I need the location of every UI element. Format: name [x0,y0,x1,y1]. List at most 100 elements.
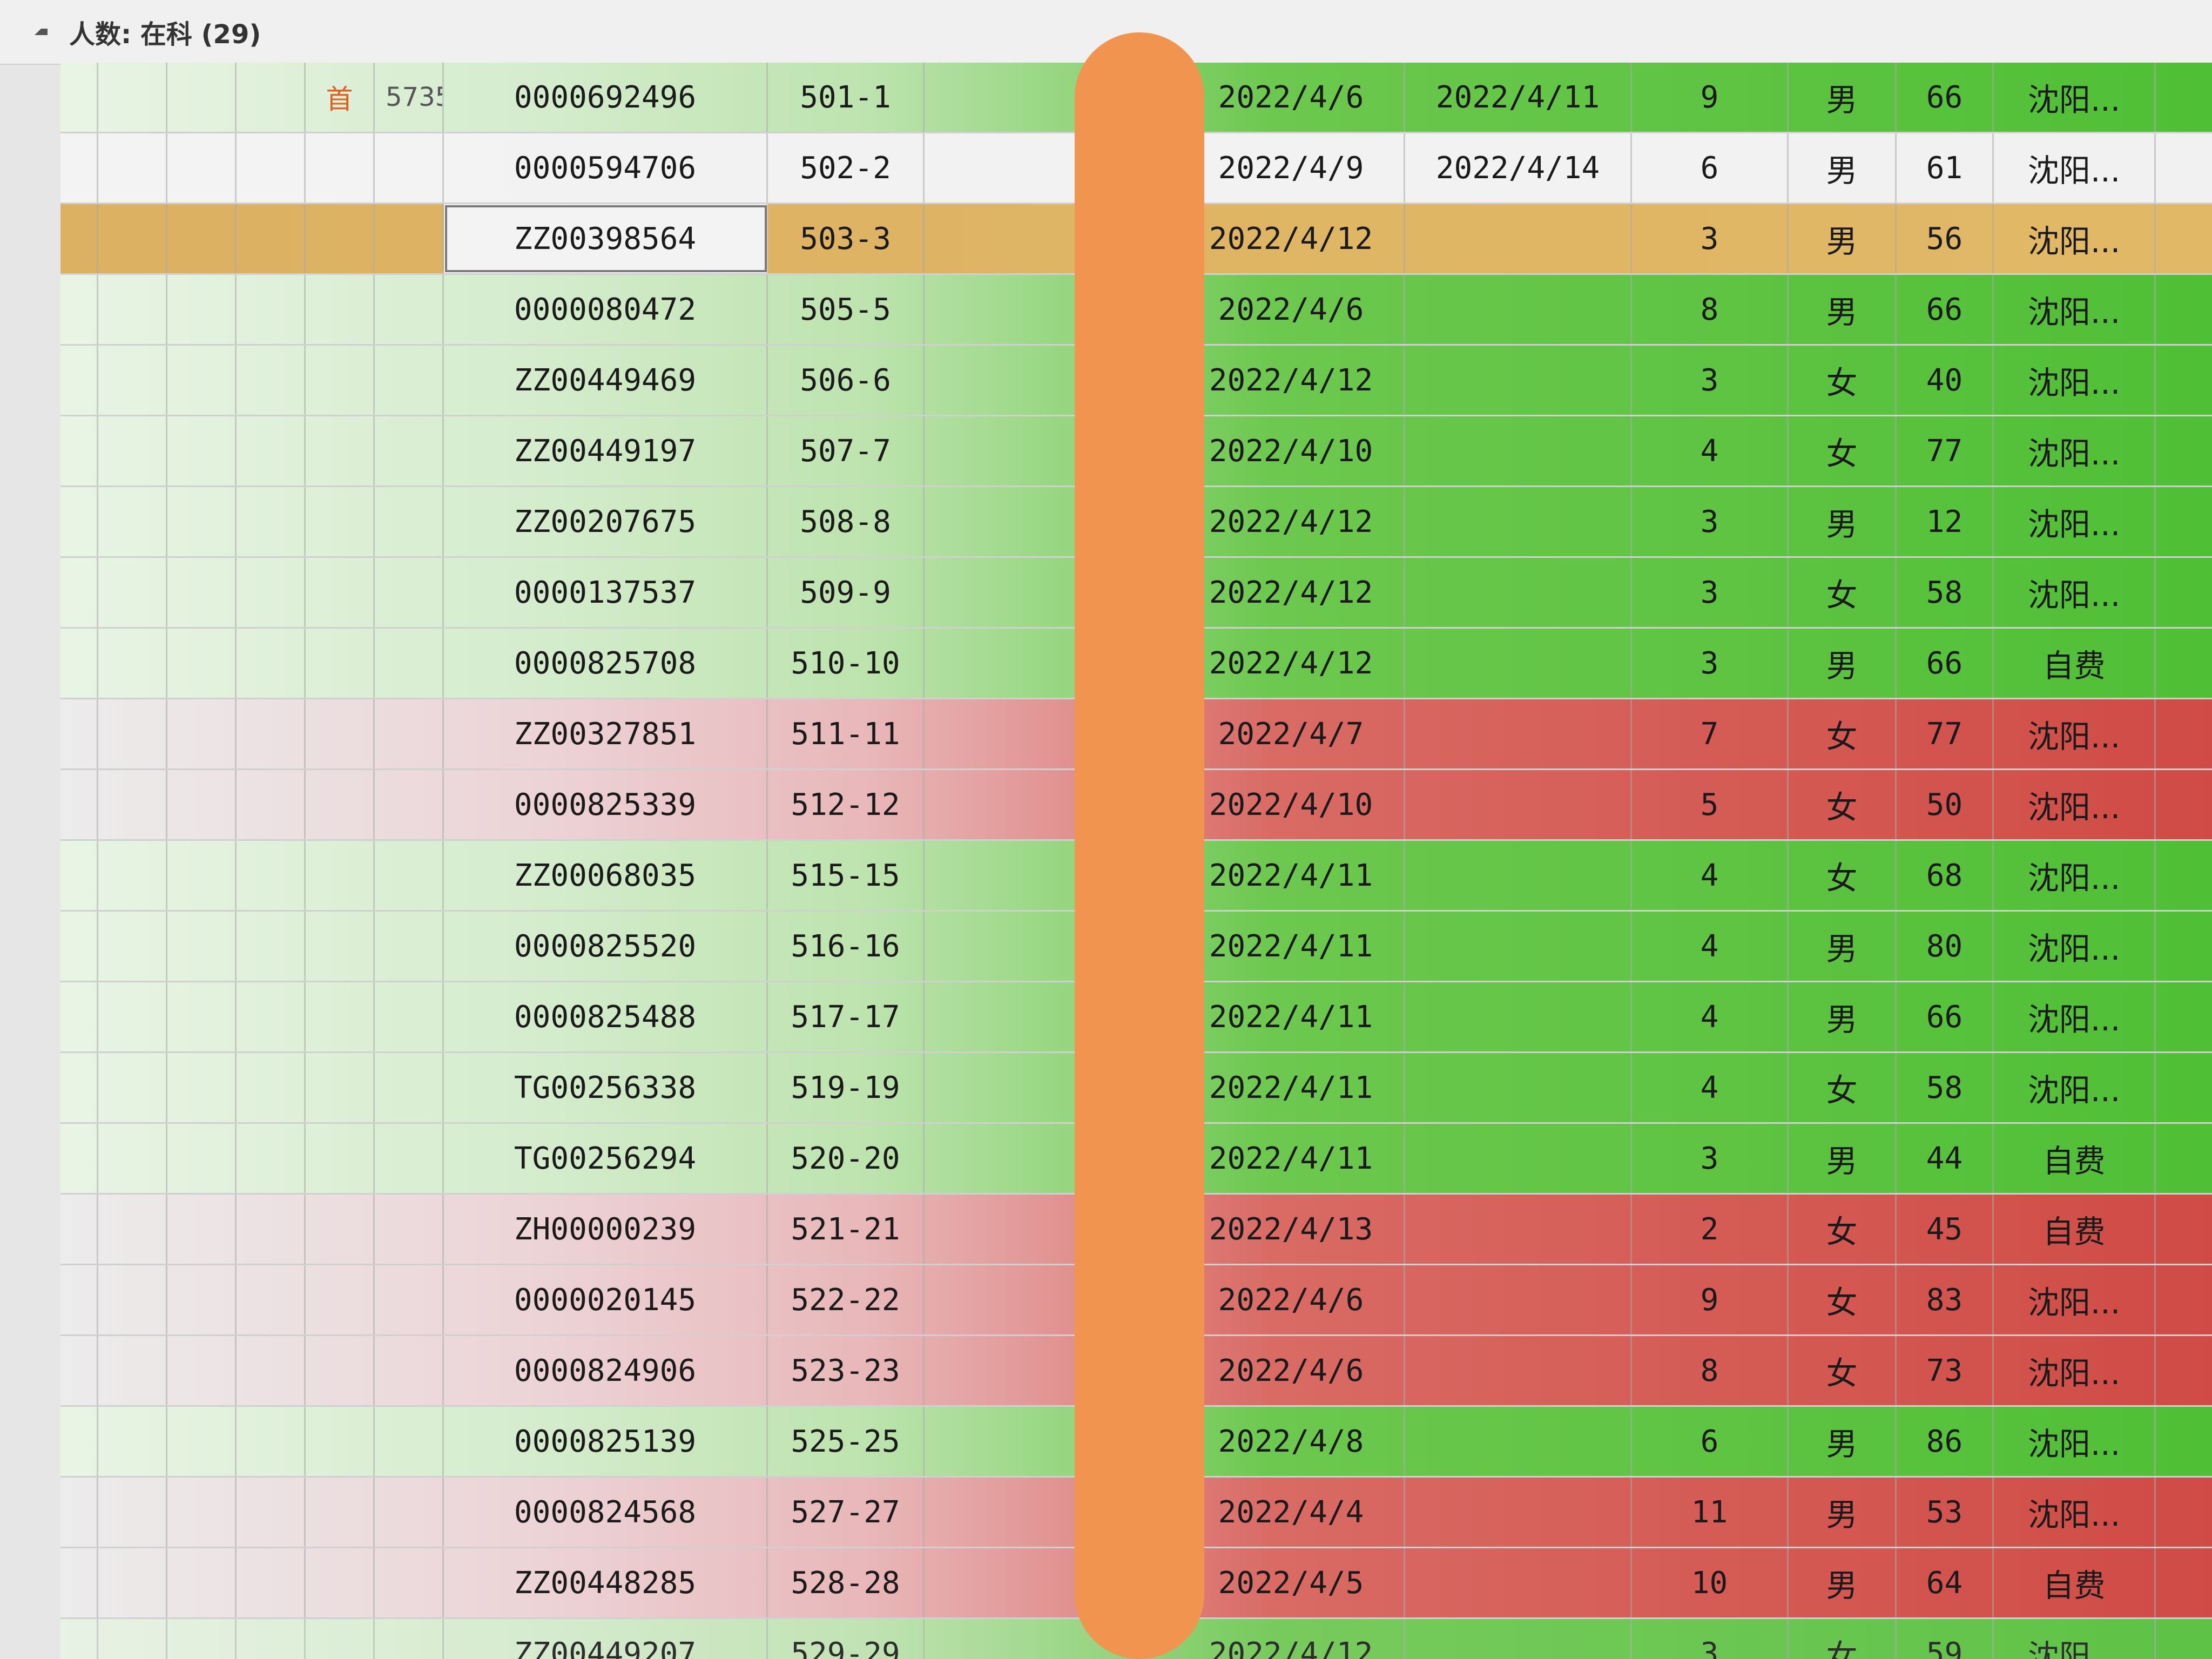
cell-bed[interactable]: 509-9 [768,558,925,627]
cell-age[interactable]: 66 [1897,275,1994,344]
cell-hidden[interactable] [925,346,1178,415]
cell-discharge-date[interactable] [1405,416,1632,485]
cell-blank[interactable] [237,63,306,132]
cell-hidden[interactable] [925,133,1178,203]
table-row[interactable]: ZZ00068035 515-15 2022/4/11 4 女 68 沈阳... [60,841,2212,912]
cell-patient-id[interactable]: TG00256338 [444,1053,768,1122]
cell-patient-id[interactable]: ZZ00398564 [444,204,768,273]
cell-hidden[interactable] [925,629,1178,698]
cell-number[interactable] [375,982,444,1051]
cell-payer[interactable]: 沈阳... [1994,1478,2156,1547]
cell-note[interactable] [306,275,375,344]
cell-discharge-date[interactable] [1405,1265,1632,1334]
cell-blank[interactable] [98,982,167,1051]
cell-blank[interactable] [237,133,306,203]
cell-admit-date[interactable]: 2022/4/12 [1178,629,1405,698]
cell-blank[interactable] [60,558,98,627]
cell-discharge-date[interactable] [1405,1478,1632,1547]
cell-blank[interactable] [98,275,167,344]
cell-admit-date[interactable]: 2022/4/6 [1178,275,1405,344]
cell-note[interactable] [306,912,375,981]
cell-patient-id[interactable]: ZH00000239 [444,1195,768,1264]
cell-days[interactable]: 5 [1632,770,1789,839]
cell-blank[interactable] [237,1336,306,1405]
cell-bed[interactable]: 519-19 [768,1053,925,1122]
cell-number[interactable] [375,1265,444,1334]
collapse-triangle-icon[interactable] [35,29,48,35]
cell-number[interactable] [375,1124,444,1193]
cell-blank[interactable] [167,416,237,485]
cell-bed[interactable]: 528-28 [768,1548,925,1617]
cell-admit-date[interactable]: 2022/4/8 [1178,1407,1405,1476]
cell-sex[interactable]: 男 [1789,204,1897,273]
cell-age[interactable]: 40 [1897,346,1994,415]
table-row[interactable]: ZZ00327851 511-11 2022/4/7 7 女 77 沈阳... [60,699,2212,770]
cell-admit-date[interactable]: 2022/4/7 [1178,699,1405,768]
cell-number[interactable] [375,416,444,485]
cell-note[interactable] [306,629,375,698]
cell-blank[interactable] [98,699,167,768]
cell-blank[interactable] [237,1407,306,1476]
cell-hidden[interactable] [925,204,1178,273]
cell-blank[interactable] [237,982,306,1051]
cell-blank[interactable] [237,629,306,698]
cell-blank[interactable] [98,629,167,698]
cell-patient-id[interactable]: 0000825488 [444,982,768,1051]
cell-admit-date[interactable]: 2022/4/10 [1178,416,1405,485]
cell-blank[interactable] [60,629,98,698]
cell-days[interactable]: 8 [1632,275,1789,344]
cell-sex[interactable]: 男 [1789,629,1897,698]
cell-sex[interactable]: 女 [1789,1265,1897,1334]
cell-days[interactable]: 3 [1632,629,1789,698]
cell-sex[interactable]: 男 [1789,1407,1897,1476]
cell-number[interactable] [375,275,444,344]
cell-note[interactable] [306,770,375,839]
cell-age[interactable]: 59 [1897,1619,1994,1659]
cell-blank[interactable] [237,1124,306,1193]
cell-patient-id[interactable]: ZZ00449207 [444,1619,768,1659]
cell-hidden[interactable] [925,63,1178,132]
table-row[interactable]: ZZ00207675 508-8 2022/4/12 3 男 12 沈阳... [60,487,2212,558]
cell-blank[interactable] [60,841,98,910]
cell-blank[interactable] [237,912,306,981]
cell-hidden[interactable] [925,487,1178,556]
cell-bed[interactable]: 506-6 [768,346,925,415]
cell-days[interactable]: 2 [1632,1195,1789,1264]
cell-admit-date[interactable]: 2022/4/4 [1178,1478,1405,1547]
cell-bed[interactable]: 520-20 [768,1124,925,1193]
cell-blank[interactable] [167,558,237,627]
cell-blank[interactable] [60,1336,98,1405]
table-row[interactable]: 0000020145 522-22 2022/4/6 9 女 83 沈阳... [60,1265,2212,1336]
cell-blank[interactable] [237,1195,306,1264]
cell-bed[interactable]: 522-22 [768,1265,925,1334]
cell-payer[interactable]: 沈阳... [1994,346,2156,415]
cell-days[interactable]: 6 [1632,133,1789,203]
cell-hidden[interactable] [925,1124,1178,1193]
cell-sex[interactable]: 女 [1789,699,1897,768]
cell-hidden[interactable] [925,558,1178,627]
cell-bed[interactable]: 505-5 [768,275,925,344]
cell-hidden[interactable] [925,416,1178,485]
cell-age[interactable]: 66 [1897,629,1994,698]
cell-blank[interactable] [98,1407,167,1476]
cell-bed[interactable]: 521-21 [768,1195,925,1264]
cell-blank[interactable] [237,1265,306,1334]
cell-bed[interactable]: 503-3 [768,204,925,273]
cell-age[interactable]: 50 [1897,770,1994,839]
cell-payer[interactable]: 沈阳... [1994,1336,2156,1405]
cell-blank[interactable] [60,699,98,768]
cell-days[interactable]: 10 [1632,1548,1789,1617]
cell-payer[interactable]: 沈阳... [1994,1265,2156,1334]
cell-discharge-date[interactable] [1405,204,1632,273]
cell-blank[interactable] [98,558,167,627]
cell-discharge-date[interactable]: 2022/4/11 [1405,63,1632,132]
cell-blank[interactable] [98,1124,167,1193]
table-row[interactable]: 0000825339 512-12 2022/4/10 5 女 50 沈阳... [60,770,2212,841]
cell-blank[interactable] [98,1548,167,1617]
cell-blank[interactable] [98,133,167,203]
cell-discharge-date[interactable] [1405,1407,1632,1476]
cell-sex[interactable]: 女 [1789,1053,1897,1122]
cell-bed[interactable]: 525-25 [768,1407,925,1476]
cell-blank[interactable] [237,487,306,556]
cell-patient-id[interactable]: 0000824906 [444,1336,768,1405]
